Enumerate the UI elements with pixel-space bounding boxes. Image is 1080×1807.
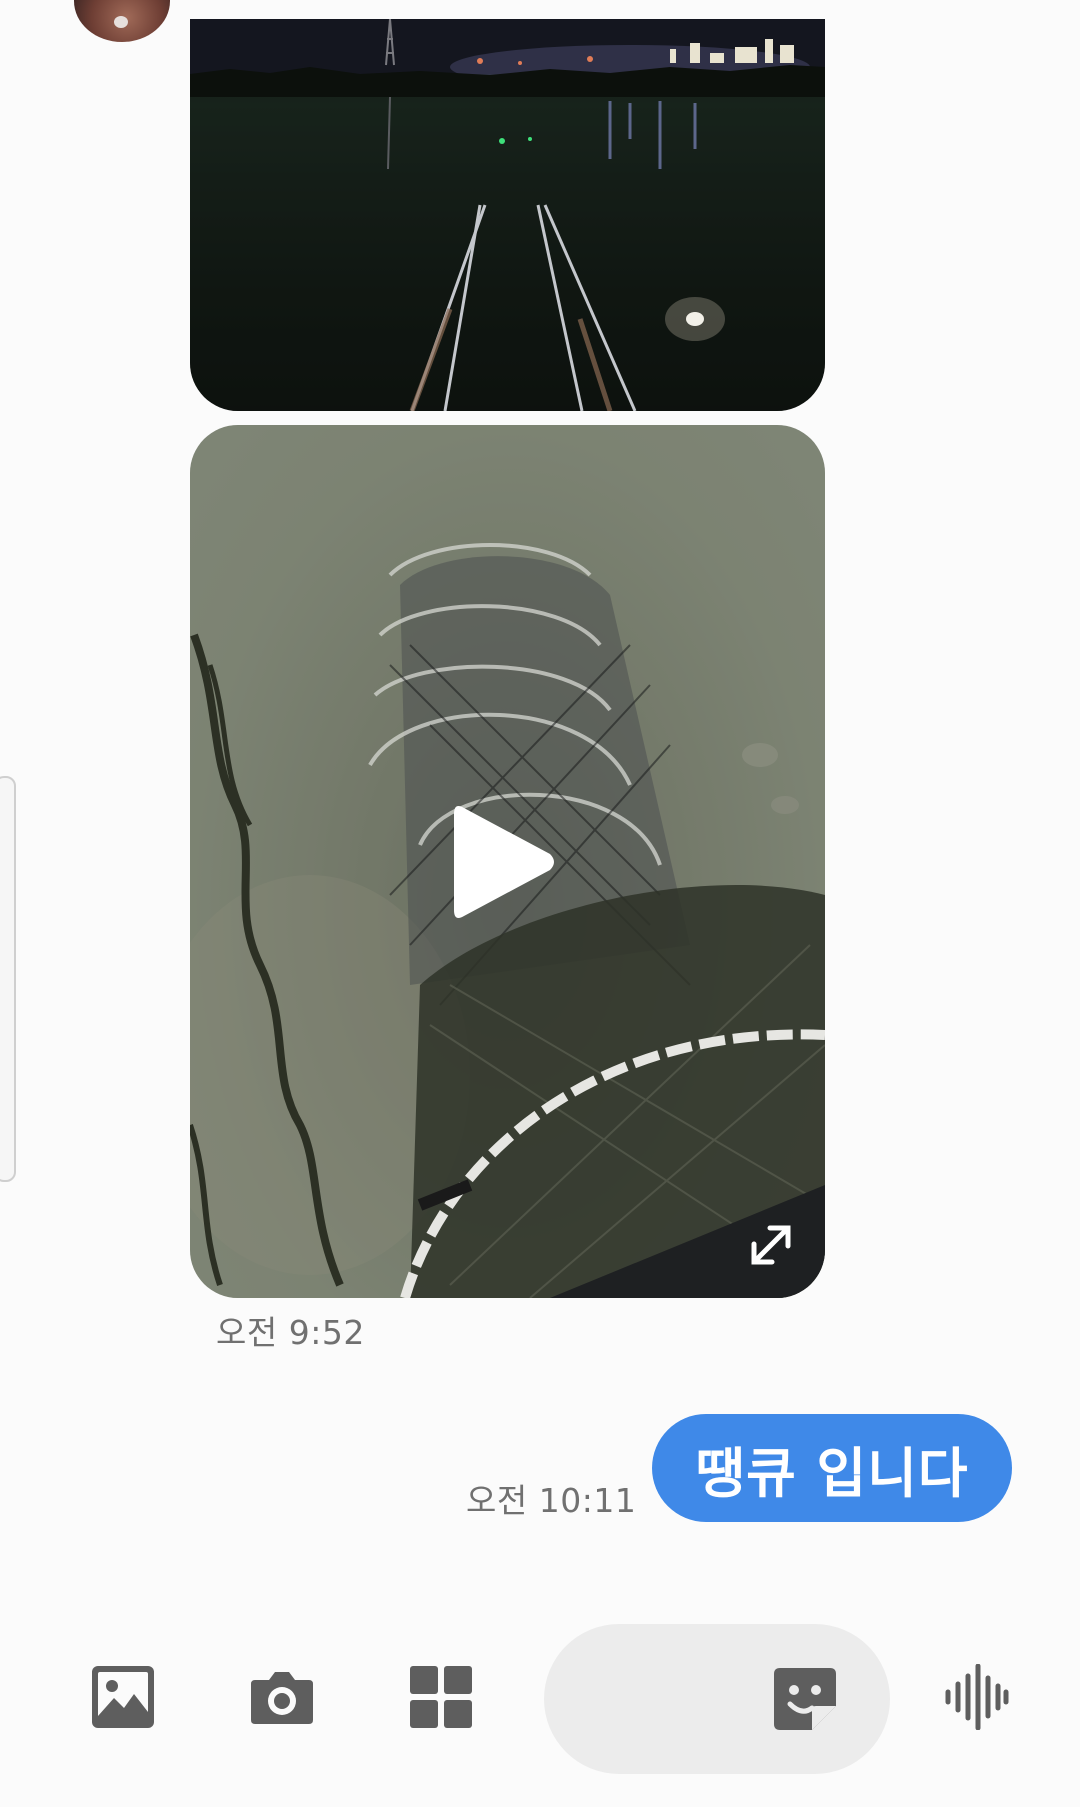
received-message-time: 오전 9:52 xyxy=(216,1313,365,1352)
voice-waveform-icon[interactable] xyxy=(944,1664,1010,1730)
message-input[interactable] xyxy=(584,1624,788,1776)
sticker-icon[interactable] xyxy=(772,1666,838,1732)
camera-icon[interactable] xyxy=(249,1664,315,1730)
expand-icon[interactable] xyxy=(748,1222,794,1268)
sent-message-text: 땡큐 입니다 xyxy=(695,1441,969,1505)
grid-icon[interactable] xyxy=(408,1664,474,1730)
photo-message-night-lake[interactable] xyxy=(190,19,825,411)
play-icon[interactable] xyxy=(450,800,560,924)
edge-panel-handle[interactable] xyxy=(0,776,16,1182)
sent-message-time: 오전 10:11 xyxy=(466,1481,637,1520)
sender-avatar[interactable] xyxy=(74,0,170,42)
image-icon[interactable] xyxy=(90,1664,156,1730)
sent-message-bubble[interactable]: 땡큐 입니다 xyxy=(652,1414,1012,1522)
message-compose-field[interactable] xyxy=(544,1624,890,1776)
night-lake-photo xyxy=(190,19,825,411)
